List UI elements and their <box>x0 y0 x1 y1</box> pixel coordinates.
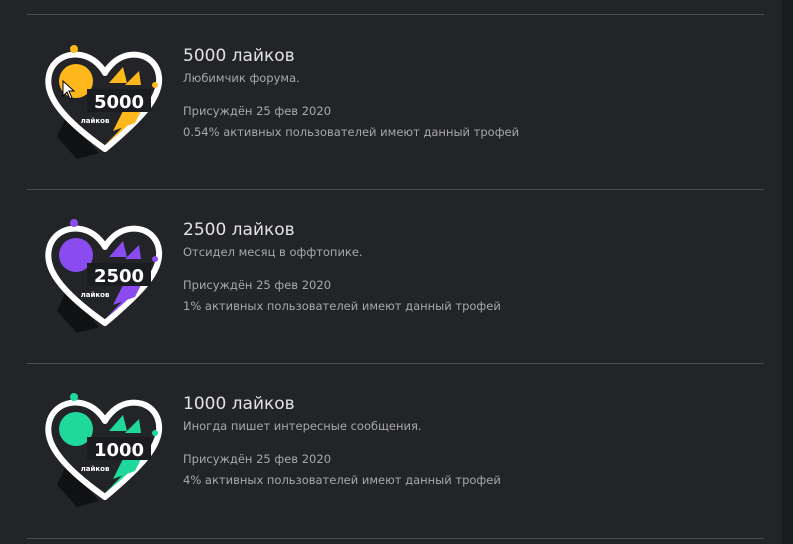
badge-number: 5000 <box>94 92 144 113</box>
badge-caption: лайков <box>81 117 110 125</box>
trophy-description: Любимчик форума. <box>183 71 300 85</box>
trophy-item-5000-likes: 5000 лайков 5000 лайков Любимчик форума.… <box>27 15 764 189</box>
trophy-item-2500-likes: 2500 лайков 2500 лайков Отсидел месяц в … <box>27 189 764 363</box>
trophy-list-panel: 5000 лайков 5000 лайков Любимчик форума.… <box>0 0 782 544</box>
heart-trophy-icon: 5000 лайков <box>39 41 169 161</box>
badge-number: 2500 <box>94 266 144 287</box>
trophy-info: 1000 лайков Иногда пишет интересные сооб… <box>183 393 743 488</box>
trophy-title: 2500 лайков <box>183 220 295 240</box>
trophy-awarded-date: Присуждён 25 фев 2020 <box>183 104 332 118</box>
mouse-cursor-icon <box>62 80 76 100</box>
trophy-awarded-date: Присуждён 25 фев 2020 <box>183 452 332 466</box>
trophy-stat: 1% активных пользователей имеют данный т… <box>183 299 501 313</box>
badge-caption: лайков <box>81 465 110 473</box>
trophy-title: 5000 лайков <box>183 46 295 66</box>
badge-number: 1000 <box>94 440 144 461</box>
trophy-title: 1000 лайков <box>183 394 295 414</box>
trophy-item-1000-likes: 1000 лайков 1000 лайков Иногда пишет инт… <box>27 363 764 537</box>
trophy-description: Отсидел месяц в оффтопике. <box>183 245 363 259</box>
trophy-awarded-date: Присуждён 25 фев 2020 <box>183 278 332 292</box>
trophy-stat: 0.54% активных пользователей имеют данны… <box>183 125 520 139</box>
trophy-info: 5000 лайков Любимчик форума. Присуждён 2… <box>183 45 743 140</box>
divider <box>27 538 764 539</box>
trophy-description: Иногда пишет интересные сообщения. <box>183 419 422 433</box>
badge-caption: лайков <box>81 291 110 299</box>
heart-trophy-icon: 1000 лайков <box>39 389 169 509</box>
scrollbar[interactable] <box>782 0 793 544</box>
trophy-info: 2500 лайков Отсидел месяц в оффтопике. П… <box>183 219 743 314</box>
trophy-stat: 4% активных пользователей имеют данный т… <box>183 473 501 487</box>
heart-trophy-icon: 2500 лайков <box>39 215 169 335</box>
